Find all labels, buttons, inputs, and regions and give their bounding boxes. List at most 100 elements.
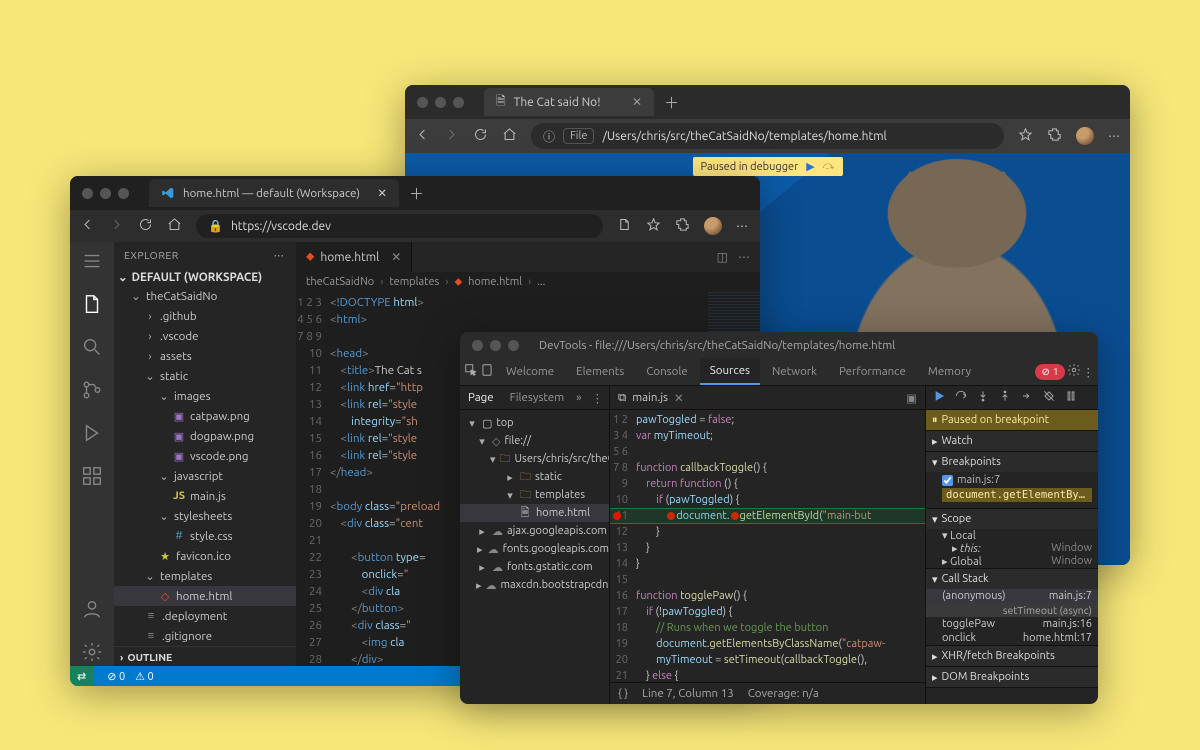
accounts-button[interactable] xyxy=(81,598,103,623)
window-controls[interactable] xyxy=(460,340,531,351)
favorites-button[interactable] xyxy=(646,217,661,235)
file-vscodepng[interactable]: ▣vscode.png xyxy=(114,446,296,466)
back-button[interactable] xyxy=(415,127,430,145)
tab-memory[interactable]: Memory xyxy=(918,358,981,385)
error-count-badge[interactable]: ⊘ 1 xyxy=(1035,364,1064,380)
site-info-icon[interactable]: ⓘ xyxy=(543,128,555,145)
subtab-filesystem[interactable]: Filesystem xyxy=(502,391,573,404)
tab-performance[interactable]: Performance xyxy=(829,358,916,385)
forward-button[interactable] xyxy=(444,127,459,145)
watch-section[interactable]: ▸Watch xyxy=(926,431,1098,451)
extensions-button[interactable] xyxy=(675,217,690,235)
file-stylecss[interactable]: #style.css xyxy=(114,526,296,546)
extensions-view-button[interactable] xyxy=(81,465,103,490)
callstack-section[interactable]: ▾Call Stack xyxy=(926,569,1098,589)
folder-vscode[interactable]: ›.vscode xyxy=(114,326,296,346)
resume-button[interactable] xyxy=(932,389,946,406)
inspect-button[interactable] xyxy=(464,363,478,380)
profile-avatar[interactable] xyxy=(704,217,722,235)
vscode-address-bar[interactable]: 🔒 https://vscode.dev xyxy=(196,214,603,238)
folder-stylesheets[interactable]: ⌄stylesheets xyxy=(114,506,296,526)
step-into-button[interactable] xyxy=(976,389,990,406)
step-over-button[interactable] xyxy=(954,389,968,406)
origin-fonts-google[interactable]: ▸☁fonts.googleapis.com xyxy=(460,540,609,558)
scope-global[interactable]: ▸ GlobalWindow xyxy=(926,555,1098,568)
device-button[interactable] xyxy=(480,363,494,380)
source-lines[interactable]: pawToggled = false; var myTimeout; funct… xyxy=(636,410,925,682)
breadcrumbs[interactable]: theCatSaidNo› templates› ⬥home.html› ... xyxy=(296,272,760,292)
breakpoints-section[interactable]: ▾Breakpoints xyxy=(926,452,1098,472)
origin-ajax[interactable]: ▸☁ajax.googleapis.com xyxy=(460,522,609,540)
source-gutter[interactable]: 1 2 3 4 5 6 7 8 9 10 11 12 13 14 15 16 1… xyxy=(610,410,636,682)
stack-frame-1[interactable]: togglePawmain.js:16 xyxy=(926,617,1098,631)
pretty-print-icon[interactable]: { } xyxy=(618,687,628,700)
subtab-more-icon[interactable]: » xyxy=(572,391,585,404)
file-favicon[interactable]: ★favicon.ico xyxy=(114,546,296,566)
folder-templates[interactable]: ⌄templates xyxy=(114,566,296,586)
lock-icon[interactable]: 🔒 xyxy=(208,219,223,233)
step-button[interactable] xyxy=(1020,389,1034,406)
source-maximize-icon[interactable]: ▣ xyxy=(906,391,917,405)
profile-avatar[interactable] xyxy=(1076,127,1094,145)
file-dogpaw[interactable]: ▣dogpaw.png xyxy=(114,426,296,446)
window-controls[interactable] xyxy=(405,97,476,108)
new-tab-button[interactable]: ＋ xyxy=(409,183,424,204)
extensions-button[interactable] xyxy=(1047,127,1062,145)
file-gitignore[interactable]: ≡.gitignore xyxy=(114,626,296,646)
file-homehtml[interactable]: 🗎home.html xyxy=(460,504,609,522)
devtools-settings-icon[interactable] xyxy=(1067,363,1081,380)
browser-menu-button[interactable]: ⋯ xyxy=(736,219,750,233)
step-icon[interactable]: ⤼ xyxy=(823,160,835,173)
close-source-icon[interactable]: ✕ xyxy=(674,391,684,405)
browser-tab-active[interactable]: 🗎 The Cat said No! ✕ xyxy=(484,88,654,116)
folder-assets[interactable]: ›assets xyxy=(114,346,296,366)
back-button[interactable] xyxy=(80,217,95,235)
folder-images[interactable]: ⌄images xyxy=(114,386,296,406)
settings-button[interactable] xyxy=(81,641,103,666)
folder-github[interactable]: ›.github xyxy=(114,306,296,326)
tab-console[interactable]: Console xyxy=(636,358,697,385)
tab-sources[interactable]: Sources xyxy=(700,358,760,385)
home-button[interactable] xyxy=(167,217,182,235)
remote-indicator[interactable]: ⇄ xyxy=(70,666,93,686)
path-root[interactable]: ▾🗀Users/chris/src/theCatSaidNo xyxy=(460,450,609,468)
problems-warnings[interactable]: ⚠ 0 xyxy=(135,670,154,683)
favorites-button[interactable] xyxy=(1018,127,1033,145)
resume-icon[interactable]: ▶ xyxy=(806,160,814,173)
address-bar[interactable]: ⓘ File /Users/chris/src/theCatSaidNo/tem… xyxy=(531,123,1004,149)
devtools-more-icon[interactable]: ⋮ xyxy=(1083,365,1095,379)
reload-button[interactable] xyxy=(138,217,153,235)
file-homehtml[interactable]: ◇home.html xyxy=(114,586,296,606)
menu-button[interactable] xyxy=(81,250,103,275)
folder-thecatsaidno[interactable]: ⌄theCatSaidNo xyxy=(114,286,296,306)
explorer-view-button[interactable] xyxy=(81,293,103,318)
explorer-more-icon[interactable]: ⋯ xyxy=(274,249,287,262)
file-catpaw[interactable]: ▣catpaw.png xyxy=(114,406,296,426)
breakpoint-marker[interactable] xyxy=(613,512,621,520)
navigator-menu-icon[interactable]: ⋮ xyxy=(586,391,610,405)
close-tab-icon[interactable]: ✕ xyxy=(632,95,642,109)
folder-javascript[interactable]: ⌄javascript xyxy=(114,466,296,486)
frame-top[interactable]: ▾▢top xyxy=(460,414,609,432)
window-controls[interactable] xyxy=(70,188,141,199)
vscode-window-tab[interactable]: home.html — default (Workspace) ✕ xyxy=(149,179,399,207)
origin-file[interactable]: ▾◇file:// xyxy=(460,432,609,450)
stack-frame-2[interactable]: onclickhome.html:17 xyxy=(926,631,1098,645)
file-deployment[interactable]: ≡.deployment xyxy=(114,606,296,626)
editor-more-icon[interactable]: ⋯ xyxy=(738,250,750,264)
source-code[interactable]: 1 2 3 4 5 6 7 8 9 10 11 12 13 14 15 16 1… xyxy=(610,410,925,682)
subtab-page[interactable]: Page xyxy=(460,391,502,404)
split-editor-icon[interactable]: ◫ xyxy=(717,250,728,264)
run-view-button[interactable] xyxy=(81,422,103,447)
stack-frame-0[interactable]: (anonymous)main.js:7 xyxy=(926,589,1098,603)
reload-button[interactable] xyxy=(473,127,488,145)
close-tab-icon[interactable]: ✕ xyxy=(377,186,387,200)
tab-elements[interactable]: Elements xyxy=(566,358,634,385)
problems-errors[interactable]: ⊘ 0 xyxy=(107,670,125,683)
outline-header[interactable]: ›OUTLINE xyxy=(114,646,296,666)
read-aloud-icon[interactable] xyxy=(617,217,632,235)
scope-section[interactable]: ▾Scope xyxy=(926,509,1098,529)
folder-static[interactable]: ⌄static xyxy=(114,366,296,386)
folder-static[interactable]: ▸🗀static xyxy=(460,468,609,486)
scope-this[interactable]: ▸ this:Window xyxy=(926,542,1098,555)
